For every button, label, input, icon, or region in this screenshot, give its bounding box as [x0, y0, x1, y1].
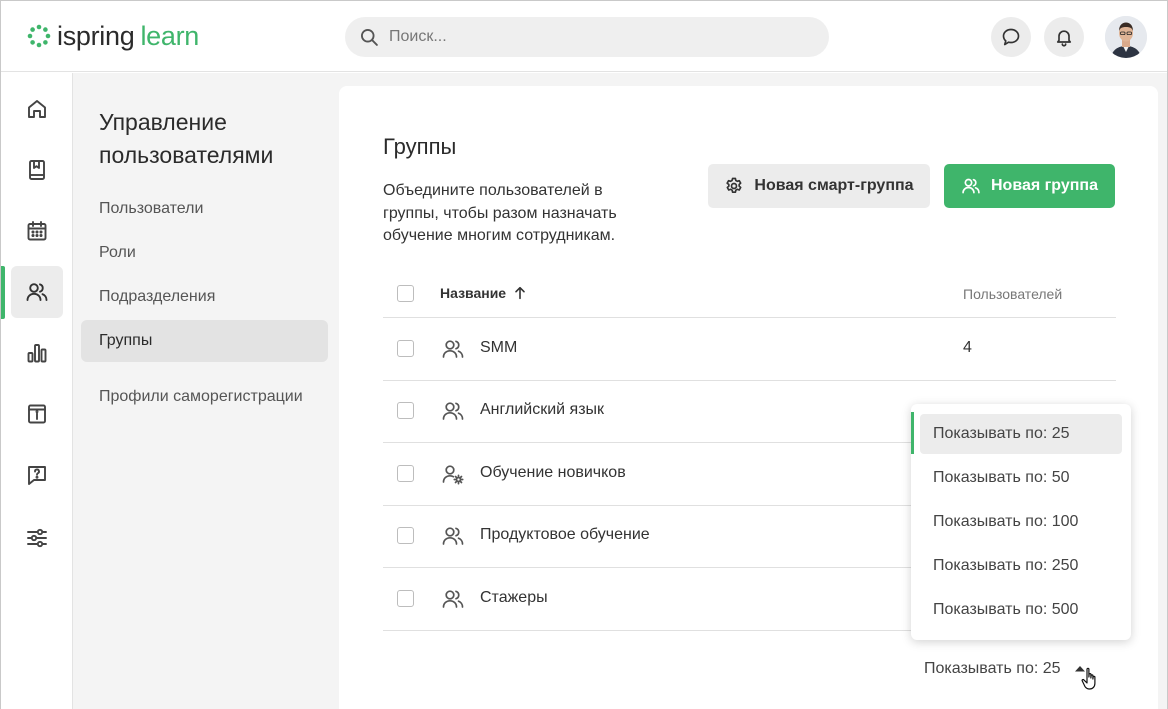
page-size-selector[interactable]: Показывать по: 25: [924, 660, 1087, 678]
rail-item-reports[interactable]: [11, 327, 63, 379]
selected-option-indicator: [911, 412, 914, 454]
chat-icon: [1002, 28, 1020, 46]
rail-item-users[interactable]: [11, 266, 63, 318]
arrow-up-icon: [515, 286, 525, 300]
subnav-item-roles[interactable]: Роли: [81, 242, 328, 264]
group-name[interactable]: Продуктовое обучение: [480, 526, 650, 544]
column-header-users[interactable]: Пользователей: [963, 286, 1062, 302]
page-size-option-25[interactable]: Показывать по: 25: [920, 414, 1122, 454]
subnav-item-groups[interactable]: Группы: [81, 320, 328, 362]
rail-item-help[interactable]: [11, 449, 63, 501]
search-bar[interactable]: [345, 17, 829, 57]
row-checkbox[interactable]: [397, 465, 414, 482]
rail-item-courses[interactable]: [11, 144, 63, 196]
group-icon: [442, 527, 464, 545]
bell-icon: [1056, 30, 1072, 47]
page-size-option-50[interactable]: Показывать по: 50: [920, 458, 1122, 498]
app-logo[interactable]: ispring learn: [27, 20, 199, 52]
new-group-label: Новая группа: [991, 177, 1098, 194]
page-size-option-100[interactable]: Показывать по: 100: [920, 502, 1122, 542]
book-icon: [29, 160, 45, 180]
page-title: Группы: [383, 134, 457, 159]
row-checkbox[interactable]: [397, 402, 414, 419]
notifications-button[interactable]: [1044, 17, 1084, 57]
gear-icon: [726, 177, 742, 193]
page-description: Объедините пользователей в группы, чтобы…: [383, 182, 617, 244]
group-icon: [442, 590, 464, 608]
search-icon: [361, 29, 378, 46]
column-header-name-label: Название: [440, 285, 507, 301]
help-icon: [28, 466, 46, 485]
user-avatar[interactable]: [1105, 16, 1147, 58]
search-input[interactable]: [389, 28, 809, 46]
rail-item-calendar[interactable]: [11, 205, 63, 257]
page-size-label: Показывать по: 25: [924, 660, 1061, 677]
rail-item-home[interactable]: [11, 83, 63, 135]
new-smart-group-button[interactable]: Новая смарт-группа: [708, 164, 930, 208]
home-icon: [28, 100, 46, 118]
row-checkbox[interactable]: [397, 340, 414, 357]
table-header: Название Пользователей: [383, 273, 1116, 318]
column-header-name[interactable]: Название: [440, 285, 528, 301]
users-icon: [26, 283, 48, 301]
settings-sliders-icon: [27, 528, 47, 548]
group-icon: [442, 402, 464, 420]
rail-item-info[interactable]: [11, 388, 63, 440]
row-checkbox[interactable]: [397, 590, 414, 607]
subnav-item-self-registration[interactable]: Профили саморегистрации: [81, 374, 328, 420]
group-name[interactable]: Обучение новичков: [480, 464, 626, 482]
smart-group-icon: [442, 465, 464, 485]
users-icon: [962, 178, 980, 194]
group-name[interactable]: Английский язык: [480, 401, 604, 419]
avatar-image: [1105, 16, 1147, 58]
left-rail: [1, 73, 73, 709]
info-icon: [28, 404, 46, 424]
new-group-button[interactable]: Новая группа: [944, 164, 1115, 208]
new-smart-group-label: Новая смарт-группа: [754, 177, 914, 194]
subnav-item-users[interactable]: Пользователи: [81, 198, 328, 220]
chat-button[interactable]: [991, 17, 1031, 57]
page-size-option-250[interactable]: Показывать по: 250: [920, 546, 1122, 586]
calendar-icon: [27, 221, 47, 241]
rail-active-indicator: [1, 266, 5, 319]
row-checkbox[interactable]: [397, 527, 414, 544]
chart-icon: [27, 344, 47, 363]
logo-text: ispring learn: [57, 21, 199, 51]
group-icon: [442, 340, 464, 358]
ispring-logo-icon: [27, 24, 51, 48]
group-name[interactable]: Стажеры: [480, 589, 548, 607]
group-user-count: 4: [963, 339, 972, 356]
subnav-item-departments[interactable]: Подразделения: [81, 286, 328, 308]
section-title: Управление пользователями: [99, 109, 274, 168]
table-row[interactable]: SMM 4: [383, 318, 1116, 381]
secondary-nav: Управление пользователями Пользователи Р…: [73, 73, 339, 709]
select-all-checkbox[interactable]: [397, 285, 414, 302]
top-bar: ispring learn: [1, 1, 1167, 72]
hand-cursor-icon: [1081, 667, 1096, 690]
page-size-option-500[interactable]: Показывать по: 500: [920, 590, 1122, 630]
rail-item-settings[interactable]: [11, 512, 63, 564]
page-size-dropdown: Показывать по: 25 Показывать по: 50 Пока…: [911, 404, 1131, 640]
group-name[interactable]: SMM: [480, 339, 517, 357]
